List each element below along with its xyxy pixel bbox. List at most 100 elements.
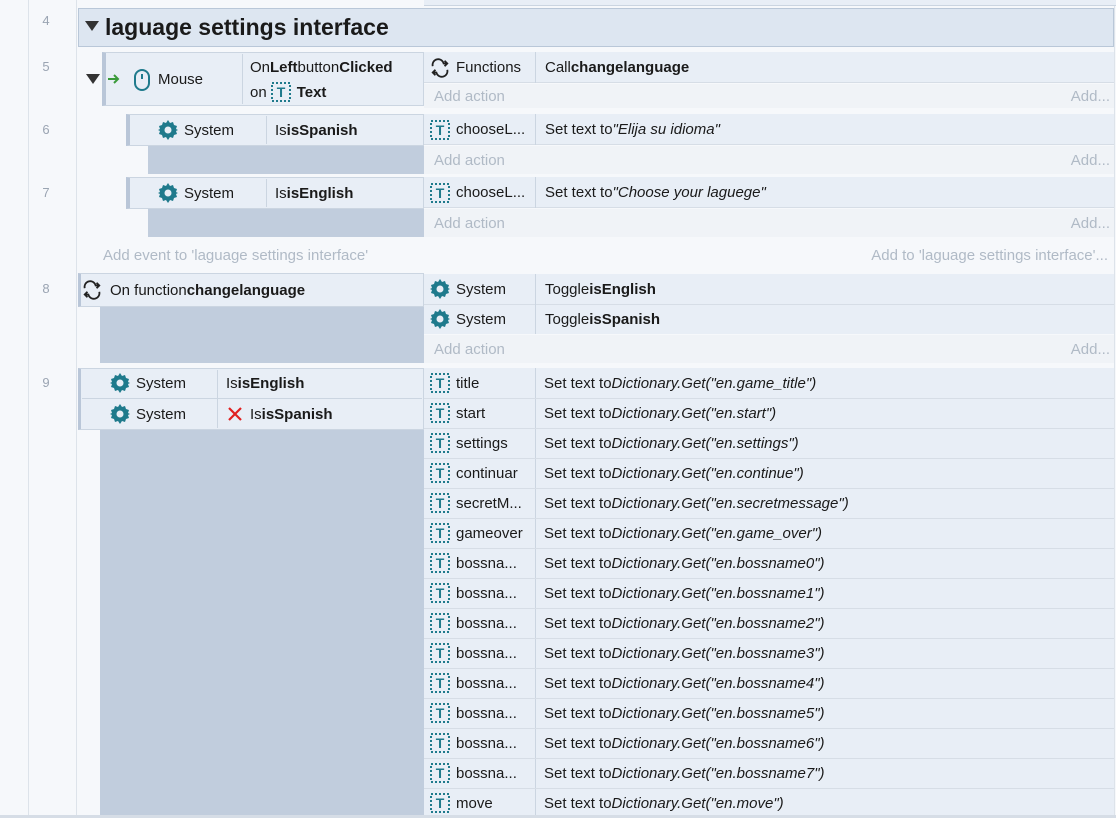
add-more-link[interactable]: Add... bbox=[1060, 84, 1110, 108]
line-number: 8 bbox=[42, 281, 50, 296]
event9-action-object[interactable]: Tbossna... bbox=[430, 668, 534, 698]
text-object-icon: T bbox=[430, 673, 450, 693]
event9-action-text[interactable]: Set text to Dictionary.Get("en.move") bbox=[544, 788, 1110, 818]
event5-action-object[interactable]: Functions bbox=[430, 52, 534, 83]
text-object-icon: T bbox=[430, 493, 450, 513]
event9-action-object[interactable]: Tstart bbox=[430, 398, 534, 428]
text-object-icon: T bbox=[430, 703, 450, 723]
function-loop-icon bbox=[82, 280, 102, 300]
svg-text:T: T bbox=[436, 735, 445, 751]
event6-condition-text[interactable]: Is isSpanish bbox=[275, 114, 421, 146]
text-object-icon: T bbox=[430, 763, 450, 783]
event5-condition-line2[interactable]: on T Text bbox=[250, 80, 422, 104]
add-action-link[interactable]: Add action bbox=[434, 335, 634, 363]
add-action-link[interactable]: Add action bbox=[434, 209, 634, 237]
svg-text:T: T bbox=[436, 765, 445, 781]
event8-action-text[interactable]: Toggle isSpanish bbox=[545, 304, 1105, 334]
event9-action-object[interactable]: Tbossna... bbox=[430, 728, 534, 758]
event5-condition-line1[interactable]: On Left button Clicked bbox=[250, 56, 422, 78]
event8-action-text[interactable]: Toggle isEnglish bbox=[545, 274, 1105, 304]
event8-action-object[interactable]: System bbox=[430, 304, 534, 334]
text-object-icon: T bbox=[430, 523, 450, 543]
event9-gutter bbox=[100, 430, 424, 818]
add-more-link[interactable]: Add... bbox=[1060, 209, 1110, 237]
svg-text:T: T bbox=[436, 435, 445, 451]
mouse-icon bbox=[132, 69, 152, 91]
event9-action-text[interactable]: Set text to Dictionary.Get("en.continue"… bbox=[544, 458, 1110, 488]
event9-action-object[interactable]: Tbossna... bbox=[430, 758, 534, 788]
event7-action-text[interactable]: Set text to "Choose your laguege" bbox=[545, 177, 1105, 208]
svg-text:T: T bbox=[276, 84, 285, 100]
event9-action-object[interactable]: Tbossna... bbox=[430, 608, 534, 638]
event9-condition-text[interactable]: Is isEnglish bbox=[226, 368, 422, 398]
event9-action-text[interactable]: Set text to Dictionary.Get("en.bossname3… bbox=[544, 638, 1110, 668]
svg-text:T: T bbox=[436, 495, 445, 511]
text-object-icon: T bbox=[430, 182, 450, 203]
event9-action-text[interactable]: Set text to Dictionary.Get("en.bossname1… bbox=[544, 578, 1110, 608]
object-name: Mouse bbox=[158, 70, 204, 88]
event8-condition-text[interactable]: On function changelanguage bbox=[82, 273, 422, 307]
event9-action-text[interactable]: Set text to Dictionary.Get("en.bossname6… bbox=[544, 728, 1110, 758]
svg-text:T: T bbox=[436, 645, 445, 661]
add-action-link[interactable]: Add action bbox=[434, 146, 634, 174]
event9-action-text[interactable]: Set text to Dictionary.Get("en.bossname4… bbox=[544, 668, 1110, 698]
triangle-down-icon[interactable] bbox=[85, 19, 99, 36]
svg-text:T: T bbox=[436, 375, 445, 391]
triangle-down-icon[interactable] bbox=[86, 72, 100, 89]
close-icon bbox=[228, 407, 242, 421]
line-number: 9 bbox=[42, 375, 50, 390]
event6-object-cell[interactable]: System bbox=[158, 114, 266, 146]
text-object-icon: T bbox=[430, 553, 450, 573]
event5-action-text[interactable]: Call changelanguage bbox=[545, 52, 1105, 83]
event9-action-text[interactable]: Set text to Dictionary.Get("en.bossname7… bbox=[544, 758, 1110, 788]
event5-object-cell[interactable]: Mouse bbox=[108, 52, 242, 106]
event9-condition-object[interactable]: System bbox=[110, 368, 216, 398]
event7-object-cell[interactable]: System bbox=[158, 177, 266, 209]
event9-action-object[interactable]: Ttitle bbox=[430, 368, 534, 398]
event9-action-text[interactable]: Set text to Dictionary.Get("en.bossname5… bbox=[544, 698, 1110, 728]
event8-action-object[interactable]: System bbox=[430, 274, 534, 304]
event6-action-text[interactable]: Set text to "Elija su idioma" bbox=[545, 114, 1105, 145]
gear-icon bbox=[110, 373, 130, 393]
event7-condition-text[interactable]: Is isEnglish bbox=[275, 177, 421, 209]
event7-action-object[interactable]: T chooseL... bbox=[430, 177, 534, 208]
event9-action-object[interactable]: TsecretM... bbox=[430, 488, 534, 518]
add-to-group-link[interactable]: Add to 'laguage settings interface'... bbox=[800, 242, 1108, 268]
event6-action-object[interactable]: T chooseL... bbox=[430, 114, 534, 145]
event9-action-object[interactable]: Tbossna... bbox=[430, 638, 534, 668]
event9-action-object[interactable]: Tbossna... bbox=[430, 548, 534, 578]
event9-action-text[interactable]: Set text to Dictionary.Get("en.settings"… bbox=[544, 428, 1110, 458]
text-object-icon: T bbox=[430, 403, 450, 423]
event9-action-object[interactable]: Tgameover bbox=[430, 518, 534, 548]
event9-action-object[interactable]: Tbossna... bbox=[430, 698, 534, 728]
previous-event-fragment bbox=[424, 0, 1116, 6]
add-more-link[interactable]: Add... bbox=[1060, 335, 1110, 363]
event9-action-text[interactable]: Set text to Dictionary.Get("en.game_over… bbox=[544, 518, 1110, 548]
event9-action-text[interactable]: Set text to Dictionary.Get("en.secretmes… bbox=[544, 488, 1110, 518]
event9-action-text[interactable]: Set text to Dictionary.Get("en.start") bbox=[544, 398, 1110, 428]
text-object-icon: T bbox=[270, 82, 291, 102]
event9-condition-text-inverted[interactable]: Is isSpanish bbox=[228, 399, 422, 429]
event9-action-object[interactable]: Tcontinuar bbox=[430, 458, 534, 488]
group-header[interactable]: laguage settings interface bbox=[78, 8, 1114, 47]
event9-action-text[interactable]: Set text to Dictionary.Get("en.game_titl… bbox=[544, 368, 1110, 398]
add-more-link[interactable]: Add... bbox=[1060, 146, 1110, 174]
gear-icon bbox=[158, 183, 178, 203]
event9-action-object[interactable]: Tsettings bbox=[430, 428, 534, 458]
add-action-link[interactable]: Add action bbox=[434, 84, 634, 108]
gear-icon bbox=[430, 279, 450, 299]
svg-text:T: T bbox=[436, 555, 445, 571]
svg-text:T: T bbox=[436, 465, 445, 481]
add-event-to-group-link[interactable]: Add event to 'laguage settings interface… bbox=[103, 242, 503, 268]
text-object-icon: T bbox=[430, 643, 450, 663]
event9-action-text[interactable]: Set text to Dictionary.Get("en.bossname2… bbox=[544, 608, 1110, 638]
event9-action-object[interactable]: Tmove bbox=[430, 788, 534, 818]
text-object-icon: T bbox=[430, 613, 450, 633]
gear-icon bbox=[110, 404, 130, 424]
event9-action-object[interactable]: Tbossna... bbox=[430, 578, 534, 608]
svg-text:T: T bbox=[436, 615, 445, 631]
text-object-icon: T bbox=[430, 433, 450, 453]
svg-text:T: T bbox=[436, 675, 445, 691]
event9-condition-object[interactable]: System bbox=[110, 399, 216, 429]
event9-action-text[interactable]: Set text to Dictionary.Get("en.bossname0… bbox=[544, 548, 1110, 578]
